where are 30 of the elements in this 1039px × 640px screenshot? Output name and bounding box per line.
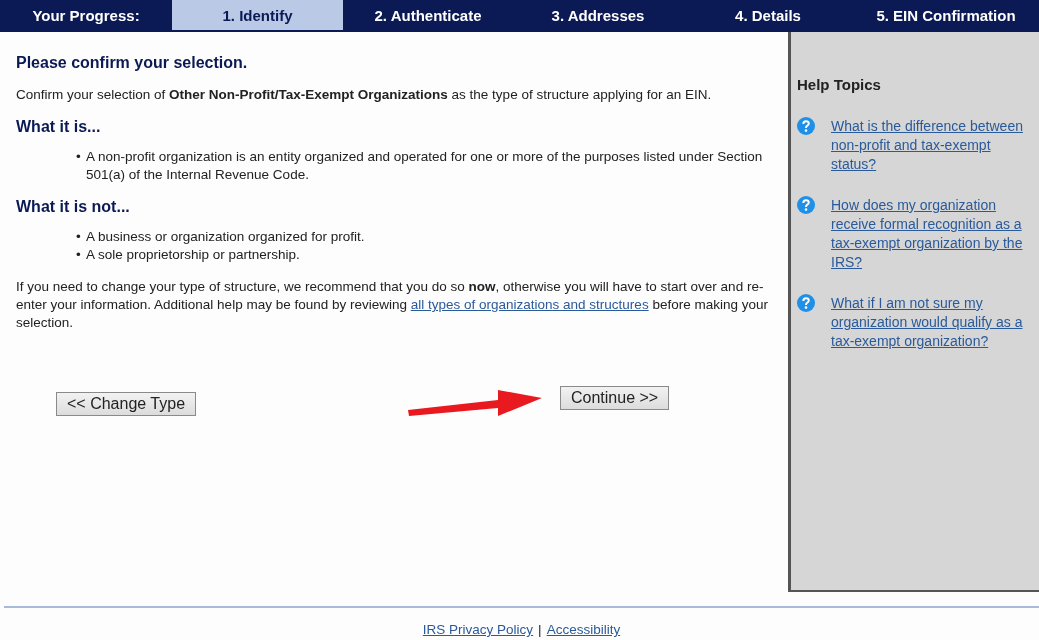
separator-text: | [538,622,542,637]
help-icon [797,294,815,312]
section-heading: What it is... [16,118,102,136]
section-heading: What it is not... [16,198,131,216]
continue-button[interactable]: Continue >> [560,386,670,410]
bullet-marker: • [76,148,82,166]
bullet-text: A non-profit organization is an entity organized and operated for one or more of the purposes listed under Section 501(a) of the Internal Revenue Code. [86,148,764,184]
progress-step: 5. EIN Confirmation [853,0,1039,30]
bullet-marker: • [76,246,82,264]
accessibility-link[interactable]: Accessibility [546,622,621,637]
progress-step: 1. Identify [172,0,343,30]
progress-step: 3. Addresses [513,0,683,30]
closing-text: If you need to change your type of structure, we recommend that you do so now, otherwise you will have to start over and re-enter your information. Additional help may be found by reviewing all types of organizations and structures before making your selection. [16,278,769,332]
progress-label: Your Progress: [31,5,141,26]
help-title: Help Topics [797,76,882,93]
structures-link[interactable]: all types of organizations and structures [410,297,649,312]
help-icon [797,196,815,214]
page-heading: Please confirm your selection. [16,54,249,72]
help-topic-link[interactable]: What if I am not sure my organization would qualify as a tax-exempt organization? [831,294,1037,351]
progress-step: 4. Details [683,0,853,30]
bullet-marker: • [76,228,82,246]
bullet-text: A business or organization organized for profit. [86,228,365,246]
change-type-button[interactable]: << Change Type [56,392,197,416]
help-topic-link[interactable]: How does my organization receive formal recognition as a tax-exempt organization by the IRS? [831,196,1037,272]
help-icon [797,117,815,135]
help-topic-link[interactable]: What is the difference between non-profit and tax-exempt status? [831,117,1037,174]
progress-step: 2. Authenticate [343,0,513,30]
bullet-text: A sole proprietorship or partnership. [86,246,300,264]
privacy-link[interactable]: IRS Privacy Policy [422,622,534,637]
intro-text: Confirm your selection of Other Non-Profit/Tax-Exempt Organizations as the type of structure applying for an EIN. [16,86,713,104]
